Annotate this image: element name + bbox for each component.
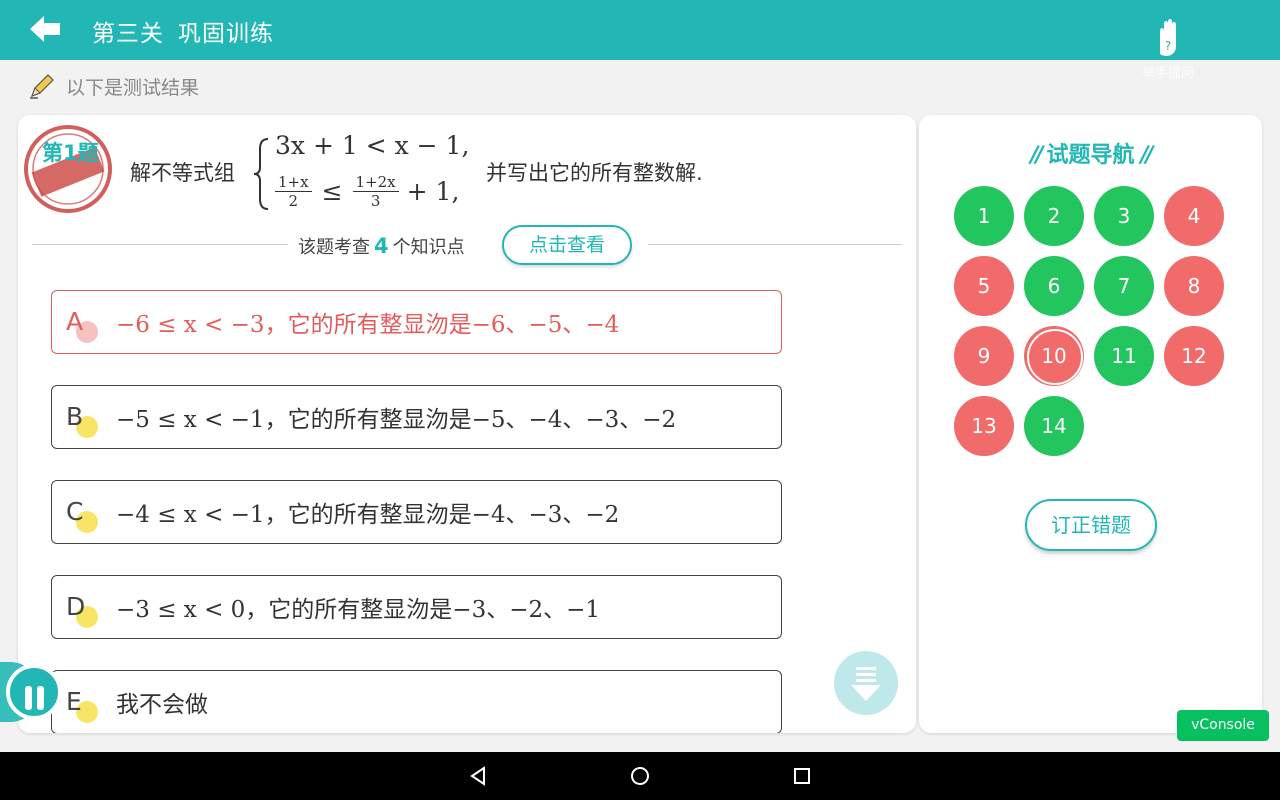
knowledge-point-text: 该题考查 4 个知识点	[298, 233, 465, 259]
pencil-icon	[30, 74, 54, 99]
option-a[interactable]: A −6 ≤ x < −3，它的所有整显沕是−6、−5、−4	[51, 290, 782, 354]
back-arrow-icon	[30, 16, 60, 42]
question-number: 第1题	[42, 141, 99, 165]
back-button[interactable]	[26, 12, 66, 46]
nav-question-13[interactable]: 13	[954, 396, 1014, 456]
result-subheader-text: 以下是测试结果	[66, 76, 200, 99]
page-title-level: 第三关	[92, 21, 164, 47]
nav-question-7[interactable]: 7	[1094, 256, 1154, 316]
inequality-line-2-tail: + 1,	[406, 177, 460, 206]
nav-back-icon[interactable]	[466, 764, 490, 788]
inequality-line-1: 3x + 1 < x − 1,	[275, 131, 470, 160]
fraction-2: 1+2x 3	[352, 173, 399, 210]
option-e[interactable]: E 我不会做	[51, 670, 782, 733]
raise-hand-button[interactable]: ? 举手提问	[1138, 18, 1198, 82]
option-b-letter: B	[66, 402, 98, 438]
navigator-title-text: 试题导航	[1046, 143, 1135, 168]
fraction-1-denominator: 2	[288, 192, 299, 210]
navigator-title: //试题导航//	[919, 137, 1262, 169]
fraction-2-denominator: 3	[370, 192, 381, 210]
option-d[interactable]: D −3 ≤ x < 0，它的所有整显沕是−3、−2、−1	[51, 575, 782, 639]
page-title: 第三关 巩固训练	[92, 14, 274, 48]
option-c-letter: C	[66, 497, 98, 533]
nav-question-1[interactable]: 1	[954, 186, 1014, 246]
navigator-deco-left: //	[1030, 143, 1043, 168]
option-c[interactable]: C −4 ≤ x < −1，它的所有整显沕是−4、−3、−2	[51, 480, 782, 544]
vconsole-button[interactable]: vConsole	[1177, 710, 1269, 741]
question-intro: 解不等式组	[130, 161, 235, 185]
knowledge-count: 4	[374, 234, 389, 258]
option-e-letter: E	[66, 687, 98, 723]
nav-question-11[interactable]: 11	[1094, 326, 1154, 386]
system-nav-bar	[0, 752, 1280, 800]
scroll-down-icon	[851, 667, 881, 701]
knowledge-suffix: 个知识点	[392, 237, 465, 258]
navigator-deco-right: //	[1140, 143, 1154, 168]
option-a-letter: A	[66, 307, 98, 343]
fraction-1-numerator: 1+x	[275, 173, 312, 192]
question-tail: 并写出它的所有整数解.	[486, 161, 703, 185]
pause-icon	[6, 664, 62, 720]
option-d-letter: D	[66, 592, 98, 628]
fraction-2-numerator: 1+2x	[352, 173, 399, 192]
nav-question-14[interactable]: 14	[1024, 396, 1084, 456]
top-bar: 第三关 巩固训练 ? 举手提问	[0, 0, 1280, 81]
nav-home-icon[interactable]	[628, 764, 652, 788]
option-d-text: −3 ≤ x < 0，它的所有整显沕是−3、−2、−1	[116, 597, 601, 623]
option-c-text: −4 ≤ x < −1，它的所有整显沕是−4、−3、−2	[116, 502, 620, 528]
knowledge-point-row: 该题考查 4 个知识点 点击查看	[32, 225, 902, 265]
option-b-text: −5 ≤ x < −1，它的所有整显沕是−5、−4、−3、−2	[116, 407, 677, 433]
nav-question-12[interactable]: 12	[1164, 326, 1224, 386]
option-e-text: 我不会做	[116, 692, 208, 718]
nav-question-8[interactable]: 8	[1164, 256, 1224, 316]
fraction-1: 1+x 2	[275, 173, 312, 210]
question-panel: 第1题 解不等式组 3x + 1 < x − 1, 1+x 2 ≤ 1+2x 3…	[18, 115, 916, 733]
nav-question-3[interactable]: 3	[1094, 186, 1154, 246]
nav-question-10[interactable]: 10	[1024, 326, 1084, 386]
inequality-line-2: 1+x 2 ≤ 1+2x 3 + 1,	[275, 173, 459, 210]
divider-left	[32, 244, 288, 245]
pause-button[interactable]	[0, 662, 70, 722]
raise-hand-icon: ?	[1160, 19, 1176, 56]
scroll-down-button[interactable]	[834, 651, 898, 715]
nav-question-2[interactable]: 2	[1024, 186, 1084, 246]
raise-hand-label: 举手提问	[1141, 66, 1194, 81]
view-knowledge-button[interactable]: 点击查看	[502, 225, 632, 265]
knowledge-prefix: 该题考查	[298, 237, 370, 258]
option-b[interactable]: B −5 ≤ x < −1，它的所有整显沕是−5、−4、−3、−2	[51, 385, 782, 449]
brace-symbol	[253, 138, 269, 210]
nav-recent-icon[interactable]	[790, 764, 814, 788]
option-a-text: −6 ≤ x < −3，它的所有整显沕是−6、−5、−4	[116, 312, 620, 338]
leq-symbol: ≤	[321, 177, 343, 206]
question-navigator: //试题导航// 1 2 3 4 5 6 7 8 9 10 11 12 13 14 订正错题	[919, 115, 1262, 733]
fix-wrong-button[interactable]: 订正错题	[1025, 499, 1157, 551]
nav-question-5[interactable]: 5	[954, 256, 1014, 316]
divider-right	[648, 244, 902, 245]
result-subheader: 以下是测试结果	[28, 70, 199, 102]
nav-question-6[interactable]: 6	[1024, 256, 1084, 316]
nav-question-4[interactable]: 4	[1164, 186, 1224, 246]
svg-text:?: ?	[1165, 39, 1171, 53]
page-title-section: 巩固训练	[178, 21, 274, 47]
nav-question-9[interactable]: 9	[954, 326, 1014, 386]
